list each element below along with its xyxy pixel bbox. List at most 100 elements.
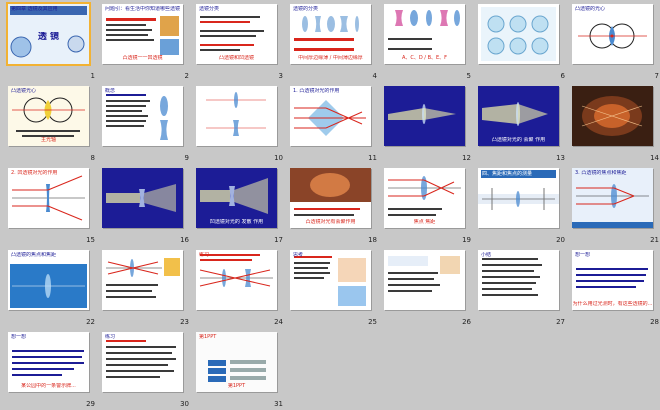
slide-artwork bbox=[102, 168, 183, 228]
slide-number: 3 bbox=[278, 72, 283, 80]
slide-caption: 凹透镜对光的 发散 作用 bbox=[209, 219, 264, 225]
slide-title: 凸透镜的光心 bbox=[575, 6, 606, 12]
slide-caption: 凸透镜一一凹透镜 bbox=[122, 55, 163, 61]
slide-number: 15 bbox=[86, 236, 95, 244]
slide-thumbnail[interactable]: 第1PPT 第1PPT bbox=[196, 332, 277, 392]
slide-title: 透镜分类 bbox=[199, 6, 220, 12]
slide-caption: A、C、D / B、E、F bbox=[401, 55, 448, 61]
slide-number: 29 bbox=[86, 400, 95, 408]
slide-number: 5 bbox=[466, 72, 471, 80]
slide-title: 第四章 透镜及其应用 bbox=[11, 6, 58, 12]
slide-thumbnail[interactable]: 问题引：看生活中你知道哪些透镜的应用？ 凸透镜一一凹透镜 bbox=[102, 4, 183, 64]
slide-thumbnail[interactable]: 小结 bbox=[478, 250, 559, 310]
slide-artwork bbox=[384, 250, 465, 310]
slide-number: 1 bbox=[90, 72, 95, 80]
slide-number: 4 bbox=[372, 72, 377, 80]
slide-artwork bbox=[572, 86, 653, 146]
slide-caption: 某公园中的一条警示牌... bbox=[21, 383, 76, 389]
slide-number: 25 bbox=[368, 318, 377, 326]
slide-thumbnail[interactable]: 透镜分类 凸透镜和凹透镜 bbox=[196, 4, 277, 64]
slide-thumbnail[interactable]: 凸透镜的焦点和焦距 bbox=[8, 250, 89, 310]
slide-artwork bbox=[290, 86, 371, 146]
slide-number: 8 bbox=[90, 154, 95, 162]
slide-title: 1. 凸透镜对光的作用 bbox=[293, 88, 340, 94]
slide-caption: 第1PPT bbox=[227, 383, 246, 389]
slide-title: 第1PPT bbox=[199, 334, 217, 340]
slide-thumbnail[interactable]: 1. 凸透镜对光的作用 bbox=[290, 86, 371, 146]
slide-caption: 焦点 焦距 bbox=[413, 219, 436, 225]
slide-number: 14 bbox=[650, 154, 659, 162]
slide-title: 四、焦距和焦点的测量 bbox=[481, 170, 556, 178]
slide-title: 3. 凸透镜的焦点和焦距 bbox=[575, 170, 627, 176]
slide-thumbnail[interactable] bbox=[102, 250, 183, 310]
slide-number: 16 bbox=[180, 236, 189, 244]
slide-thumbnail[interactable]: 想一想 为什么用过光测时，有这些透镜的... bbox=[572, 250, 653, 310]
slide-title: 凸透镜的焦点和焦距 bbox=[11, 252, 57, 258]
slide-title: 练习 bbox=[199, 252, 210, 258]
slide-number: 9 bbox=[184, 154, 189, 162]
slide-thumbnail[interactable] bbox=[478, 4, 559, 64]
slide-thumbnail[interactable]: 3. 凸透镜的焦点和焦距 bbox=[572, 168, 653, 228]
slide-thumbnail[interactable]: 焦点 焦距 bbox=[384, 168, 465, 228]
slide-title: 小结 bbox=[481, 252, 492, 258]
slide-number: 10 bbox=[274, 154, 283, 162]
slide-thumbnail[interactable]: A、C、D / B、E、F bbox=[384, 4, 465, 64]
slide-artwork bbox=[196, 250, 277, 310]
slide-artwork bbox=[102, 86, 183, 146]
slide-number: 31 bbox=[274, 400, 283, 408]
slide-title: 透镜的分类 bbox=[293, 6, 319, 12]
slide-thumbnail[interactable]: 概念 bbox=[102, 86, 183, 146]
slide-thumbnail[interactable] bbox=[384, 250, 465, 310]
slide-number: 11 bbox=[368, 154, 377, 162]
slide-caption: 主光轴 bbox=[40, 137, 56, 143]
slide-sorter-grid: 第四章 透镜及其应用透 镜 1 问题引：看生活中你知道哪些透镜的应用？ 凸透镜一一凹透… bbox=[0, 0, 660, 410]
slide-number: 21 bbox=[650, 236, 659, 244]
slide-thumbnail[interactable]: 凸透镜对光的 会聚 作用 bbox=[478, 86, 559, 146]
slide-thumbnail[interactable] bbox=[196, 86, 277, 146]
slide-thumbnail[interactable]: 练习 bbox=[102, 332, 183, 392]
slide-thumbnail[interactable]: 凸透镜的光心 bbox=[572, 4, 653, 64]
slide-thumbnail[interactable]: 2. 凹透镜对光的作用 bbox=[8, 168, 89, 228]
slide-number: 20 bbox=[556, 236, 565, 244]
slide-artwork bbox=[8, 250, 89, 310]
slide-thumbnail[interactable]: 透镜的分类中间厚边缘薄 / 中间薄边缘厚 bbox=[290, 4, 371, 64]
slide-caption: 透 镜 bbox=[37, 32, 60, 42]
slide-title: 概念 bbox=[105, 88, 116, 94]
slide-caption: 凸透镜对光有会聚作用 bbox=[305, 219, 356, 225]
slide-thumbnail[interactable] bbox=[102, 168, 183, 228]
slide-number: 19 bbox=[462, 236, 471, 244]
slide-thumbnail[interactable]: 凸透镜光心主光轴 bbox=[8, 86, 89, 146]
slide-thumbnail[interactable]: 凸透镜对光有会聚作用 bbox=[290, 168, 371, 228]
slide-thumbnail[interactable]: 练习 bbox=[196, 250, 277, 310]
slide-number: 6 bbox=[560, 72, 565, 80]
slide-number: 24 bbox=[274, 318, 283, 326]
slide-thumbnail[interactable]: 凹透镜对光的 发散 作用 bbox=[196, 168, 277, 228]
slide-number: 2 bbox=[184, 72, 189, 80]
slide-number: 22 bbox=[86, 318, 95, 326]
slide-artwork bbox=[478, 4, 559, 64]
slide-number: 23 bbox=[180, 318, 189, 326]
slide-artwork bbox=[102, 332, 183, 392]
slide-number: 13 bbox=[556, 154, 565, 162]
slide-thumbnail[interactable] bbox=[384, 86, 465, 146]
slide-title: 凸透镜光心 bbox=[11, 88, 37, 94]
slide-title: 练习 bbox=[105, 334, 116, 340]
slide-caption: 凸透镜对光的 会聚 作用 bbox=[491, 137, 546, 143]
slide-artwork bbox=[102, 250, 183, 310]
slide-number: 26 bbox=[462, 318, 471, 326]
slide-title: 思考 bbox=[293, 252, 304, 258]
slide-thumbnail[interactable]: 想一想某公园中的一条警示牌... bbox=[8, 332, 89, 392]
slide-artwork bbox=[572, 168, 653, 228]
slide-thumbnail[interactable]: 思考 bbox=[290, 250, 371, 310]
slide-title: 想一想 bbox=[11, 334, 27, 340]
slide-artwork bbox=[478, 250, 559, 310]
slide-artwork bbox=[384, 86, 465, 146]
slide-thumbnail[interactable]: 四、焦距和焦点的测量 bbox=[478, 168, 559, 228]
slide-thumbnail[interactable]: 第四章 透镜及其应用透 镜 bbox=[6, 2, 91, 66]
slide-title: 问题引：看生活中你知道哪些透镜的应用？ bbox=[105, 6, 180, 12]
slide-thumbnail[interactable] bbox=[572, 86, 653, 146]
slide-title: 想一想 bbox=[575, 252, 591, 258]
slide-number: 30 bbox=[180, 400, 189, 408]
slide-caption: 中间厚边缘薄 / 中间薄边缘厚 bbox=[298, 55, 363, 61]
slide-artwork bbox=[572, 4, 653, 64]
